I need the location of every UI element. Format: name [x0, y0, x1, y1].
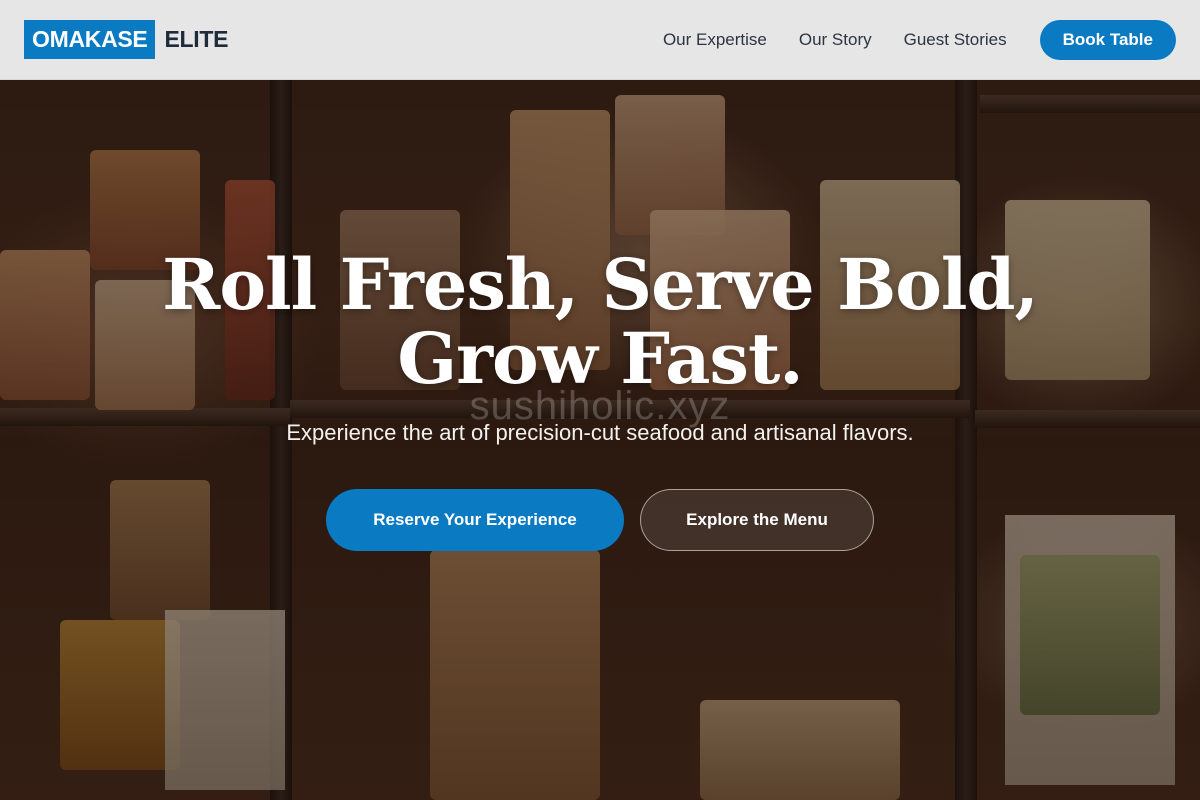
explore-menu-button[interactable]: Explore the Menu — [640, 489, 874, 551]
reserve-experience-button[interactable]: Reserve Your Experience — [326, 489, 624, 551]
hero-section: Roll Fresh, Serve Bold, Grow Fast. — [0, 248, 1200, 396]
main-nav: Our Expertise Our Story Guest Stories Bo… — [663, 19, 1176, 60]
site-header: OMAKASE ELITE Our Expertise Our Story Gu… — [0, 0, 1200, 80]
brand-logo[interactable]: OMAKASE ELITE — [24, 20, 228, 59]
book-table-button[interactable]: Book Table — [1039, 19, 1176, 60]
logo-primary-text: OMAKASE — [24, 20, 156, 59]
nav-link-guest-stories[interactable]: Guest Stories — [904, 30, 1007, 50]
hero-subtitle: Experience the art of precision-cut seaf… — [286, 420, 914, 445]
hero-cta-row: Reserve Your Experience Explore the Menu — [0, 489, 1200, 551]
nav-link-our-story[interactable]: Our Story — [799, 30, 872, 50]
hero-title: Roll Fresh, Serve Bold, Grow Fast. — [0, 248, 1200, 396]
hero-title-line-1: Roll Fresh, Serve Bold, — [162, 243, 1039, 326]
nav-link-our-expertise[interactable]: Our Expertise — [663, 30, 767, 50]
logo-secondary-text: ELITE — [164, 26, 229, 52]
